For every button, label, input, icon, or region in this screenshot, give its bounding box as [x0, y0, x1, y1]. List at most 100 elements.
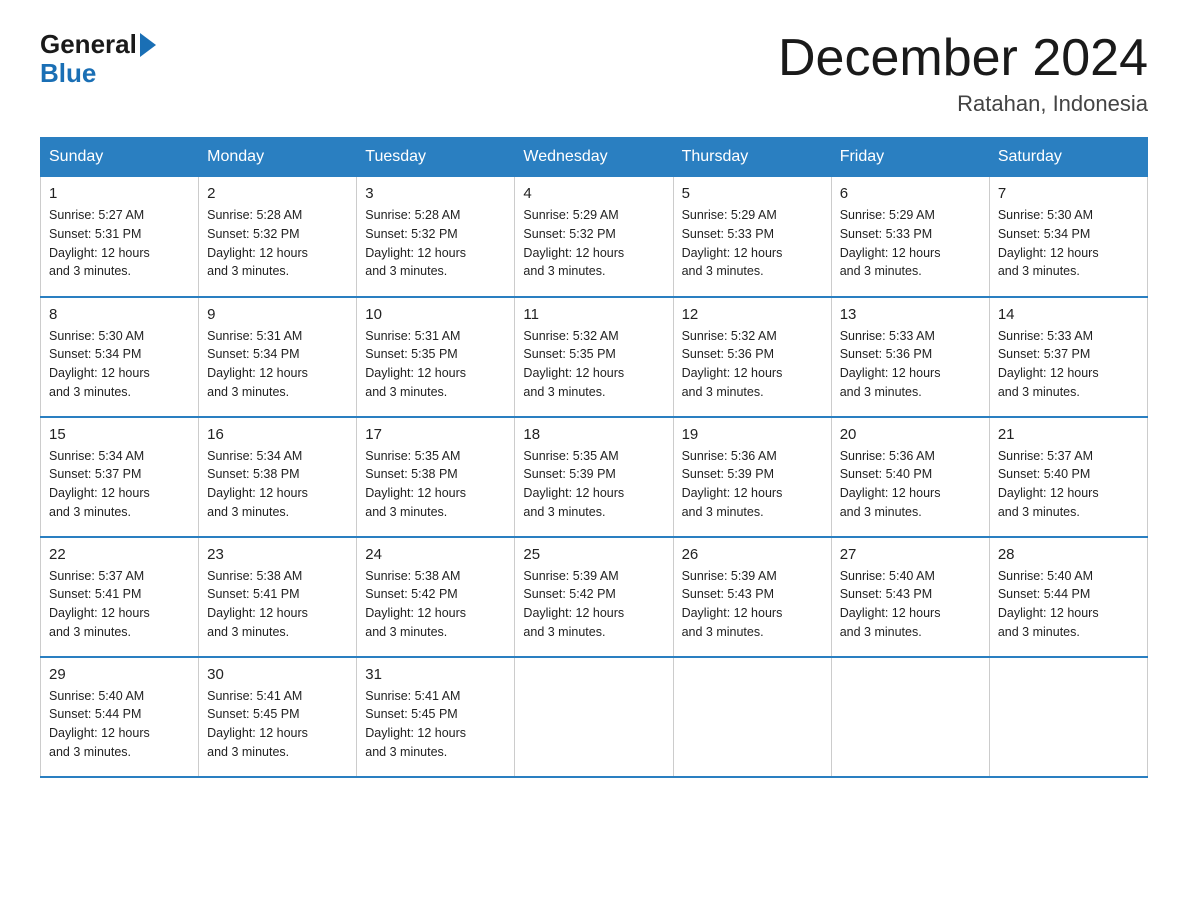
logo: General Blue	[40, 30, 156, 87]
location-text: Ratahan, Indonesia	[778, 91, 1148, 117]
table-row: 14 Sunrise: 5:33 AMSunset: 5:37 PMDayligh…	[989, 297, 1147, 417]
day-number: 15	[49, 426, 190, 443]
table-row: 10 Sunrise: 5:31 AMSunset: 5:35 PMDayligh…	[357, 297, 515, 417]
col-monday: Monday	[199, 138, 357, 177]
day-info: Sunrise: 5:40 AMSunset: 5:44 PMDaylight:…	[998, 567, 1139, 642]
day-info: Sunrise: 5:30 AMSunset: 5:34 PMDaylight:…	[998, 206, 1139, 281]
col-tuesday: Tuesday	[357, 138, 515, 177]
day-info: Sunrise: 5:38 AMSunset: 5:41 PMDaylight:…	[207, 567, 348, 642]
day-number: 5	[682, 185, 823, 202]
day-number: 8	[49, 306, 190, 323]
day-info: Sunrise: 5:28 AMSunset: 5:32 PMDaylight:…	[207, 206, 348, 281]
day-number: 27	[840, 546, 981, 563]
table-row	[989, 657, 1147, 777]
day-info: Sunrise: 5:40 AMSunset: 5:44 PMDaylight:…	[49, 687, 190, 762]
day-info: Sunrise: 5:35 AMSunset: 5:39 PMDaylight:…	[523, 447, 664, 522]
col-wednesday: Wednesday	[515, 138, 673, 177]
page-header: General Blue December 2024 Ratahan, Indo…	[40, 30, 1148, 117]
day-number: 30	[207, 666, 348, 683]
calendar-week-row: 8 Sunrise: 5:30 AMSunset: 5:34 PMDaylight…	[41, 297, 1148, 417]
table-row: 17Sunrise: 5:35 AMSunset: 5:38 PMDayligh…	[357, 417, 515, 537]
day-number: 16	[207, 426, 348, 443]
table-row: 20 Sunrise: 5:36 AMSunset: 5:40 PMDayligh…	[831, 417, 989, 537]
day-number: 14	[998, 306, 1139, 323]
table-row: 18 Sunrise: 5:35 AMSunset: 5:39 PMDayligh…	[515, 417, 673, 537]
day-info: Sunrise: 5:34 AMSunset: 5:37 PMDaylight:…	[49, 447, 190, 522]
table-row: 23 Sunrise: 5:38 AMSunset: 5:41 PMDayligh…	[199, 537, 357, 657]
logo-arrow-icon	[140, 33, 156, 57]
day-number: 21	[998, 426, 1139, 443]
col-thursday: Thursday	[673, 138, 831, 177]
table-row	[831, 657, 989, 777]
day-number: 9	[207, 306, 348, 323]
table-row: 30 Sunrise: 5:41 AMSunset: 5:45 PMDayligh…	[199, 657, 357, 777]
calendar-table: Sunday Monday Tuesday Wednesday Thursday…	[40, 137, 1148, 778]
table-row: 9 Sunrise: 5:31 AMSunset: 5:34 PMDaylight…	[199, 297, 357, 417]
table-row: 28 Sunrise: 5:40 AMSunset: 5:44 PMDayligh…	[989, 537, 1147, 657]
day-number: 26	[682, 546, 823, 563]
calendar-week-row: 15 Sunrise: 5:34 AMSunset: 5:37 PMDayligh…	[41, 417, 1148, 537]
table-row	[515, 657, 673, 777]
logo-general-text: General	[40, 30, 137, 59]
day-number: 19	[682, 426, 823, 443]
table-row: 22 Sunrise: 5:37 AMSunset: 5:41 PMDayligh…	[41, 537, 199, 657]
day-info: Sunrise: 5:37 AMSunset: 5:40 PMDaylight:…	[998, 447, 1139, 522]
day-number: 25	[523, 546, 664, 563]
table-row: 5 Sunrise: 5:29 AMSunset: 5:33 PMDaylight…	[673, 177, 831, 297]
day-info: Sunrise: 5:29 AMSunset: 5:33 PMDaylight:…	[682, 206, 823, 281]
day-number: 23	[207, 546, 348, 563]
month-title: December 2024	[778, 30, 1148, 87]
col-saturday: Saturday	[989, 138, 1147, 177]
calendar-header-row: Sunday Monday Tuesday Wednesday Thursday…	[41, 138, 1148, 177]
day-number: 11	[523, 306, 664, 323]
day-info: Sunrise: 5:31 AMSunset: 5:35 PMDaylight:…	[365, 327, 506, 402]
day-info: Sunrise: 5:35 AMSunset: 5:38 PMDaylight:…	[365, 447, 506, 522]
day-info: Sunrise: 5:39 AMSunset: 5:42 PMDaylight:…	[523, 567, 664, 642]
day-number: 10	[365, 306, 506, 323]
table-row: 8 Sunrise: 5:30 AMSunset: 5:34 PMDaylight…	[41, 297, 199, 417]
day-number: 12	[682, 306, 823, 323]
calendar-week-row: 1Sunrise: 5:27 AMSunset: 5:31 PMDaylight…	[41, 177, 1148, 297]
table-row: 13Sunrise: 5:33 AMSunset: 5:36 PMDayligh…	[831, 297, 989, 417]
table-row: 2 Sunrise: 5:28 AMSunset: 5:32 PMDaylight…	[199, 177, 357, 297]
day-number: 22	[49, 546, 190, 563]
day-number: 24	[365, 546, 506, 563]
day-info: Sunrise: 5:31 AMSunset: 5:34 PMDaylight:…	[207, 327, 348, 402]
logo-blue-text: Blue	[40, 59, 156, 88]
table-row: 21 Sunrise: 5:37 AMSunset: 5:40 PMDayligh…	[989, 417, 1147, 537]
day-number: 18	[523, 426, 664, 443]
day-number: 1	[49, 185, 190, 202]
day-info: Sunrise: 5:28 AMSunset: 5:32 PMDaylight:…	[365, 206, 506, 281]
table-row: 27 Sunrise: 5:40 AMSunset: 5:43 PMDayligh…	[831, 537, 989, 657]
day-info: Sunrise: 5:32 AMSunset: 5:35 PMDaylight:…	[523, 327, 664, 402]
day-number: 6	[840, 185, 981, 202]
table-row: 4Sunrise: 5:29 AMSunset: 5:32 PMDaylight…	[515, 177, 673, 297]
day-number: 2	[207, 185, 348, 202]
table-row: 12Sunrise: 5:32 AMSunset: 5:36 PMDayligh…	[673, 297, 831, 417]
day-info: Sunrise: 5:38 AMSunset: 5:42 PMDaylight:…	[365, 567, 506, 642]
table-row: 15 Sunrise: 5:34 AMSunset: 5:37 PMDayligh…	[41, 417, 199, 537]
day-info: Sunrise: 5:41 AMSunset: 5:45 PMDaylight:…	[207, 687, 348, 762]
day-info: Sunrise: 5:29 AMSunset: 5:32 PMDaylight:…	[523, 206, 664, 281]
table-row: 25 Sunrise: 5:39 AMSunset: 5:42 PMDayligh…	[515, 537, 673, 657]
day-number: 28	[998, 546, 1139, 563]
day-number: 3	[365, 185, 506, 202]
table-row: 24 Sunrise: 5:38 AMSunset: 5:42 PMDayligh…	[357, 537, 515, 657]
table-row: 6 Sunrise: 5:29 AMSunset: 5:33 PMDaylight…	[831, 177, 989, 297]
table-row: 16Sunrise: 5:34 AMSunset: 5:38 PMDayligh…	[199, 417, 357, 537]
day-info: Sunrise: 5:37 AMSunset: 5:41 PMDaylight:…	[49, 567, 190, 642]
day-info: Sunrise: 5:33 AMSunset: 5:37 PMDaylight:…	[998, 327, 1139, 402]
day-number: 7	[998, 185, 1139, 202]
title-section: December 2024 Ratahan, Indonesia	[778, 30, 1148, 117]
day-info: Sunrise: 5:41 AMSunset: 5:45 PMDaylight:…	[365, 687, 506, 762]
table-row: 19Sunrise: 5:36 AMSunset: 5:39 PMDayligh…	[673, 417, 831, 537]
table-row: 3 Sunrise: 5:28 AMSunset: 5:32 PMDaylight…	[357, 177, 515, 297]
day-info: Sunrise: 5:40 AMSunset: 5:43 PMDaylight:…	[840, 567, 981, 642]
calendar-week-row: 22 Sunrise: 5:37 AMSunset: 5:41 PMDayligh…	[41, 537, 1148, 657]
day-info: Sunrise: 5:36 AMSunset: 5:40 PMDaylight:…	[840, 447, 981, 522]
day-info: Sunrise: 5:29 AMSunset: 5:33 PMDaylight:…	[840, 206, 981, 281]
calendar-week-row: 29Sunrise: 5:40 AMSunset: 5:44 PMDayligh…	[41, 657, 1148, 777]
day-number: 20	[840, 426, 981, 443]
day-info: Sunrise: 5:30 AMSunset: 5:34 PMDaylight:…	[49, 327, 190, 402]
table-row	[673, 657, 831, 777]
